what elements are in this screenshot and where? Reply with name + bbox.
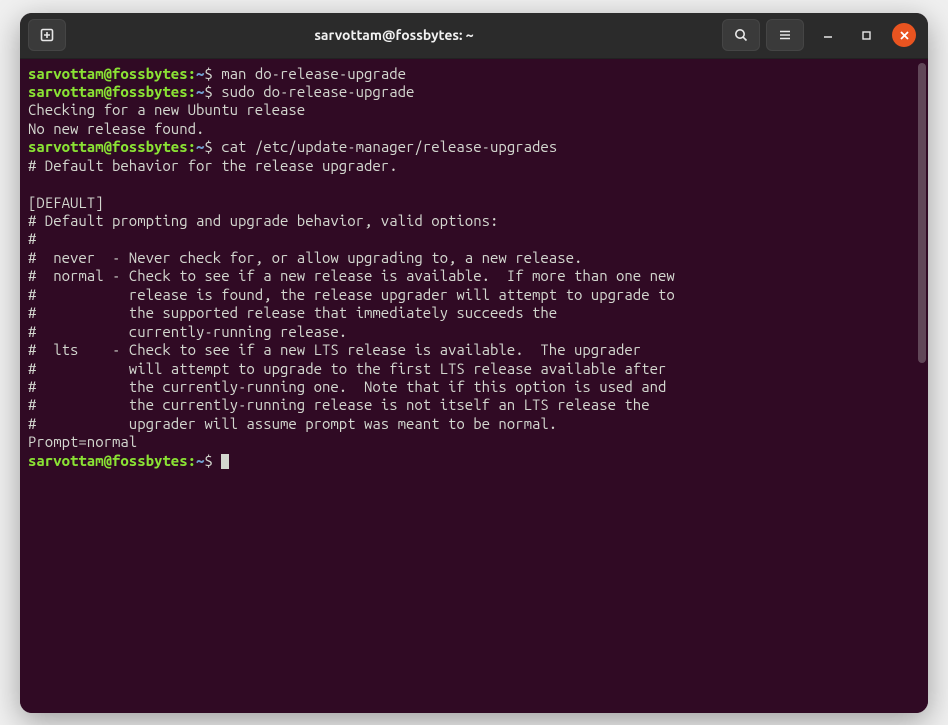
prompt-user-host: sarvottam@fossbytes — [28, 65, 188, 82]
cursor-icon — [221, 454, 229, 469]
output-line: # release is found, the release upgrader… — [28, 286, 675, 303]
output-line: # upgrader will assume prompt was meant … — [28, 415, 557, 432]
output-line: # currently-running release. — [28, 323, 347, 340]
hamburger-menu-button[interactable] — [766, 19, 804, 51]
output-line: # the supported release that immediately… — [28, 304, 557, 321]
output-line: # Default prompting and upgrade behavior… — [28, 212, 498, 229]
terminal-output[interactable]: sarvottam@fossbytes:~$ man do-release-up… — [20, 59, 916, 713]
command-2: sudo do-release-upgrade — [213, 83, 415, 100]
prompt-colon: : — [188, 65, 196, 82]
command-3: cat /etc/update-manager/release-upgrades — [213, 138, 557, 155]
terminal-window: sarvottam@fossbytes: ~ — [20, 13, 928, 713]
new-tab-button[interactable] — [28, 19, 66, 51]
prompt-dollar: $ — [204, 452, 212, 469]
output-line: # the currently-running release is not i… — [28, 396, 650, 413]
output-line: # will attempt to upgrade to the first L… — [28, 360, 666, 377]
command-4 — [213, 452, 221, 469]
output-line: Checking for a new Ubuntu release — [28, 101, 305, 118]
output-line: No new release found. — [28, 120, 204, 137]
minimize-button[interactable] — [816, 23, 840, 47]
output-line: # the currently-running one. Note that i… — [28, 378, 666, 395]
output-line: # Default behavior for the release upgra… — [28, 157, 398, 174]
prompt-colon: : — [188, 138, 196, 155]
prompt-colon: : — [188, 452, 196, 469]
output-line: # normal - Check to see if a new release… — [28, 267, 675, 284]
prompt-user-host: sarvottam@fossbytes — [28, 452, 188, 469]
command-1: man do-release-upgrade — [213, 65, 406, 82]
output-line: Prompt=normal — [28, 433, 137, 450]
prompt-dollar: $ — [204, 83, 212, 100]
maximize-button[interactable] — [854, 23, 878, 47]
window-controls — [816, 23, 916, 47]
prompt-colon: : — [188, 83, 196, 100]
search-button[interactable] — [722, 19, 760, 51]
terminal-body-wrap: sarvottam@fossbytes:~$ man do-release-up… — [20, 59, 928, 713]
prompt-dollar: $ — [204, 65, 212, 82]
output-line: # lts - Check to see if a new LTS releas… — [28, 341, 641, 358]
window-title: sarvottam@fossbytes: ~ — [72, 27, 716, 43]
output-line: # — [28, 230, 36, 247]
prompt-user-host: sarvottam@fossbytes — [28, 138, 188, 155]
titlebar: sarvottam@fossbytes: ~ — [20, 13, 928, 59]
prompt-user-host: sarvottam@fossbytes — [28, 83, 188, 100]
scroll-thumb[interactable] — [918, 63, 926, 363]
scrollbar[interactable] — [916, 59, 928, 713]
close-button[interactable] — [892, 23, 916, 47]
prompt-dollar: $ — [204, 138, 212, 155]
output-line: [DEFAULT] — [28, 194, 104, 211]
output-line: # never - Never check for, or allow upgr… — [28, 249, 582, 266]
